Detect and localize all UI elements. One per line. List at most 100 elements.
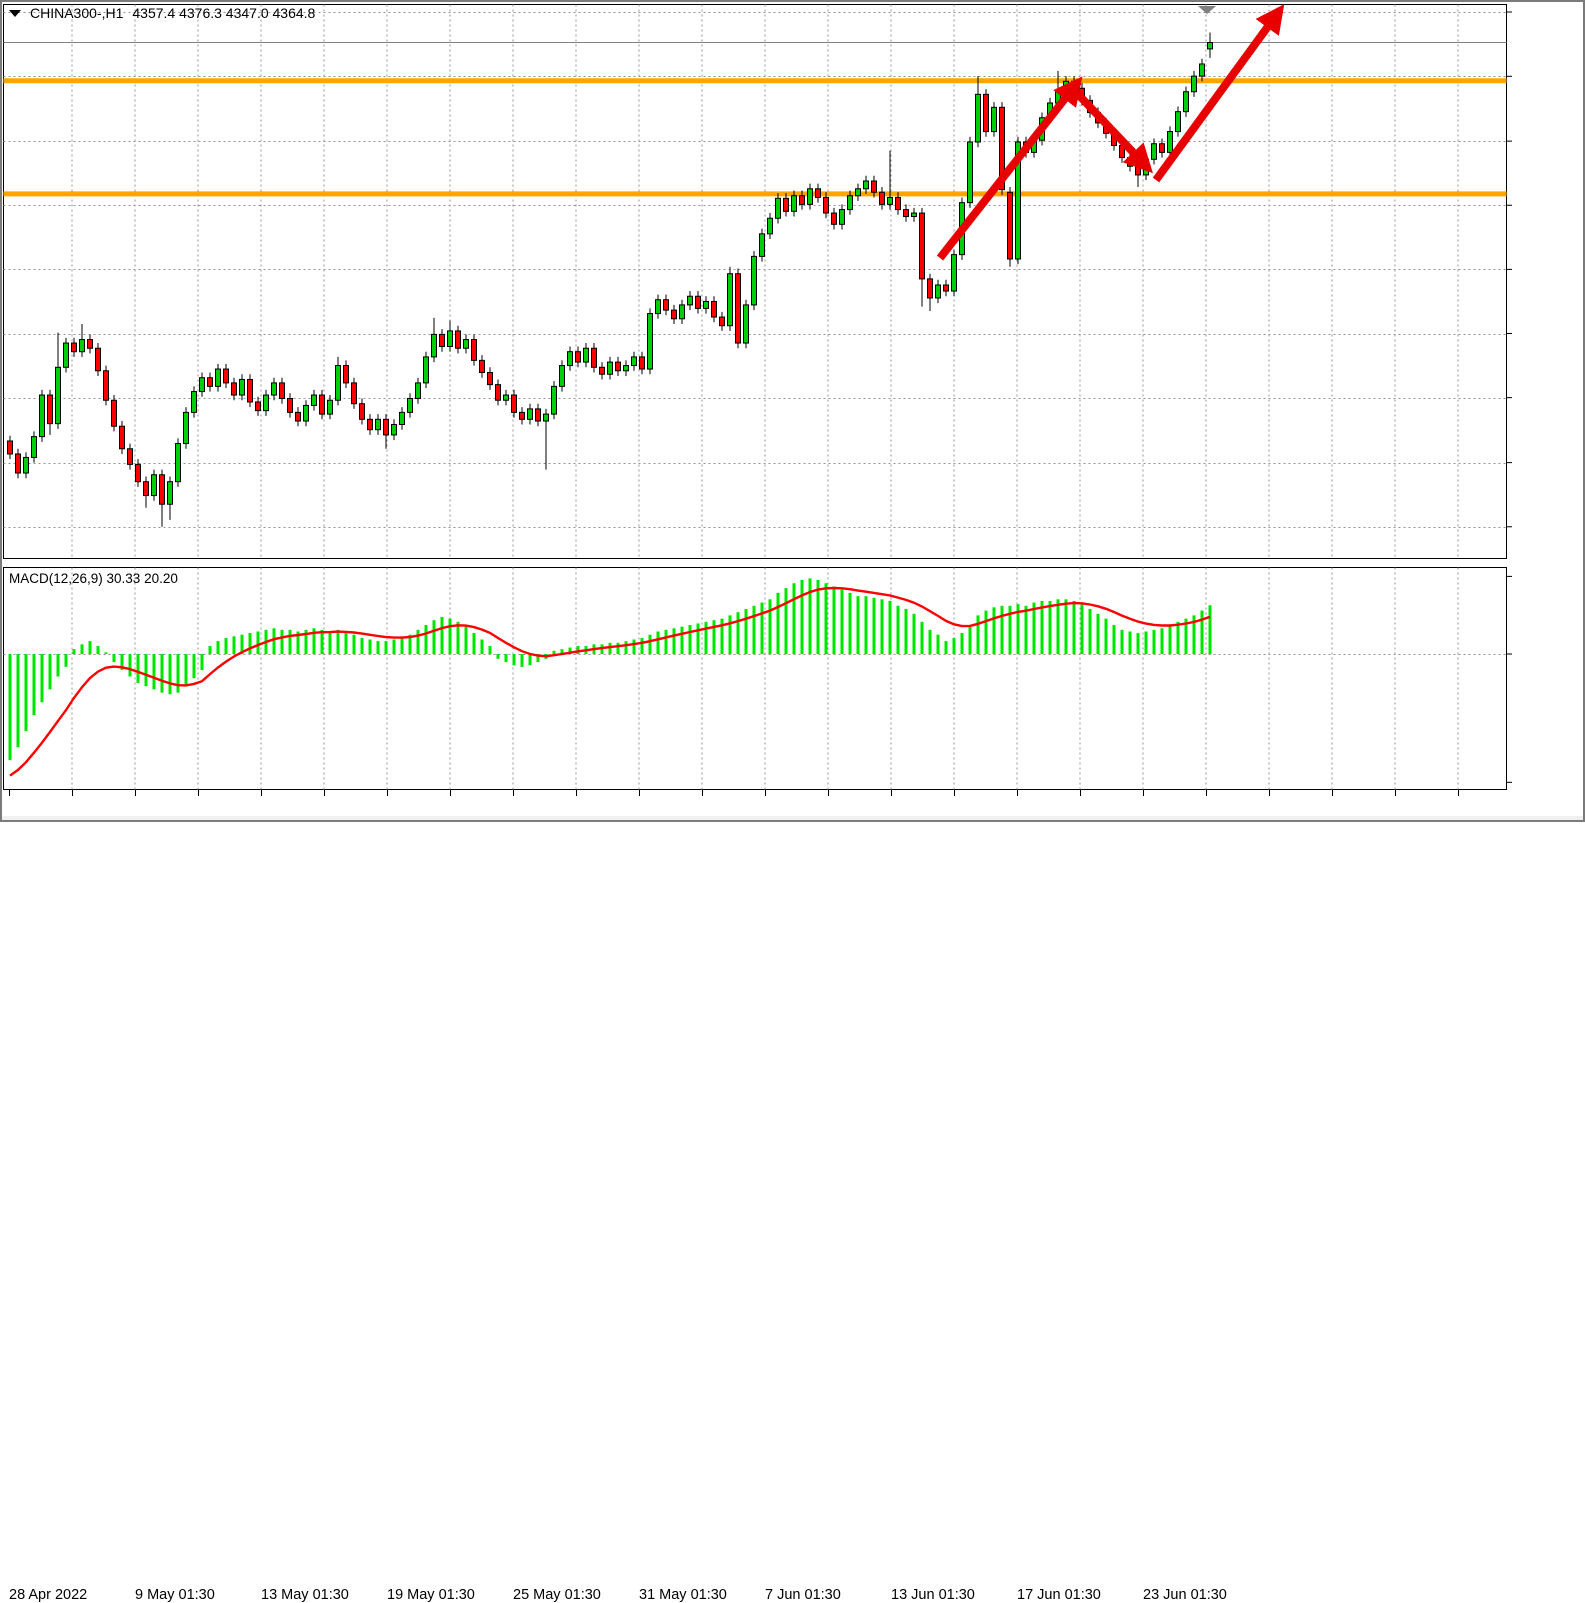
bull-candle bbox=[728, 274, 733, 326]
bear-candle bbox=[96, 348, 101, 371]
bear-candle bbox=[880, 192, 885, 204]
bull-candle bbox=[376, 419, 381, 429]
bull-candle bbox=[184, 412, 189, 443]
bear-candle bbox=[360, 404, 365, 420]
bear-candle bbox=[672, 310, 677, 319]
bull-candle bbox=[688, 296, 693, 305]
bear-candle bbox=[120, 426, 125, 449]
bear-candle bbox=[296, 412, 301, 421]
bear-candle bbox=[720, 317, 725, 326]
bull-candle bbox=[808, 189, 813, 205]
bull-candle bbox=[624, 366, 629, 371]
bull-candle bbox=[792, 196, 797, 212]
bull-candle bbox=[392, 425, 397, 435]
bull-candle bbox=[80, 340, 85, 352]
bull-candle bbox=[968, 142, 973, 203]
bear-candle bbox=[616, 362, 621, 371]
bull-candle bbox=[856, 189, 861, 196]
bull-candle bbox=[680, 305, 685, 319]
bull-candle bbox=[912, 213, 917, 216]
bull-candle bbox=[1184, 92, 1189, 112]
bull-candle bbox=[24, 457, 29, 473]
bear-candle bbox=[480, 360, 485, 372]
bear-candle bbox=[232, 383, 237, 395]
bear-candle bbox=[256, 402, 261, 411]
bear-candle bbox=[712, 301, 717, 317]
bear-candle bbox=[488, 373, 493, 385]
bull-candle bbox=[192, 392, 197, 413]
bear-candle bbox=[1136, 166, 1141, 175]
bear-candle bbox=[520, 412, 525, 419]
bull-candle bbox=[760, 234, 765, 257]
bull-candle bbox=[1200, 64, 1205, 76]
bull-candle bbox=[56, 367, 61, 423]
bull-candle bbox=[152, 475, 157, 496]
bear-candle bbox=[144, 482, 149, 496]
bear-candle bbox=[280, 383, 285, 399]
bear-candle bbox=[800, 196, 805, 205]
date-tick-label: 13 May 01:30 bbox=[261, 1587, 349, 1603]
bull-candle bbox=[1192, 76, 1197, 92]
bull-candle bbox=[752, 256, 757, 305]
bull-candle bbox=[656, 300, 661, 314]
bull-candle bbox=[936, 285, 941, 298]
bear-candle bbox=[664, 300, 669, 310]
bull-candle bbox=[560, 366, 565, 387]
bull-candle bbox=[432, 334, 437, 357]
date-tick-label: 9 May 01:30 bbox=[135, 1587, 215, 1603]
bear-candle bbox=[248, 379, 253, 402]
bull-candle bbox=[608, 362, 613, 374]
bear-candle bbox=[944, 285, 949, 291]
bull-candle bbox=[648, 314, 653, 369]
bear-candle bbox=[8, 441, 13, 454]
bull-candle bbox=[264, 395, 269, 411]
bull-candle bbox=[312, 395, 317, 405]
bull-candle bbox=[504, 395, 509, 400]
bull-candle bbox=[840, 210, 845, 225]
bear-candle bbox=[288, 399, 293, 413]
bear-candle bbox=[128, 449, 133, 465]
bear-candle bbox=[928, 279, 933, 298]
bear-candle bbox=[600, 367, 605, 374]
bear-candle bbox=[512, 395, 517, 412]
bull-candle bbox=[952, 255, 957, 291]
bear-candle bbox=[872, 181, 877, 192]
bull-candle bbox=[1152, 144, 1157, 160]
bull-candle bbox=[768, 218, 773, 234]
bear-candle bbox=[456, 331, 461, 348]
bear-candle bbox=[920, 213, 925, 279]
bull-candle bbox=[168, 482, 173, 505]
bull-candle bbox=[848, 196, 853, 210]
bull-candle bbox=[704, 301, 709, 308]
bull-candle bbox=[200, 378, 205, 392]
bear-candle bbox=[904, 210, 909, 217]
bull-candle bbox=[176, 444, 181, 482]
bull-candle bbox=[552, 386, 557, 414]
status-strip bbox=[2, 816, 1583, 820]
bull-candle bbox=[40, 395, 45, 437]
bull-candle bbox=[976, 94, 981, 142]
bear-candle bbox=[832, 213, 837, 224]
bear-candle bbox=[1160, 144, 1165, 153]
bull-candle bbox=[240, 379, 245, 395]
bear-candle bbox=[984, 94, 989, 131]
bull-candle bbox=[888, 197, 893, 204]
bear-candle bbox=[640, 357, 645, 369]
bear-candle bbox=[696, 296, 701, 308]
bull-candle bbox=[416, 383, 421, 399]
bear-candle bbox=[48, 395, 53, 424]
bear-candle bbox=[160, 475, 165, 504]
chart-canvas[interactable] bbox=[0, 0, 1585, 822]
bull-candle bbox=[424, 357, 429, 383]
macd-panel[interactable] bbox=[4, 568, 1507, 790]
bull-candle bbox=[216, 369, 221, 386]
bull-candle bbox=[400, 412, 405, 424]
bear-candle bbox=[16, 454, 21, 473]
bull-candle bbox=[776, 198, 781, 218]
bear-candle bbox=[824, 197, 829, 213]
bear-candle bbox=[592, 348, 597, 367]
bear-candle bbox=[344, 366, 349, 383]
bull-candle bbox=[544, 414, 549, 421]
bear-candle bbox=[368, 419, 373, 429]
bear-candle bbox=[320, 395, 325, 414]
